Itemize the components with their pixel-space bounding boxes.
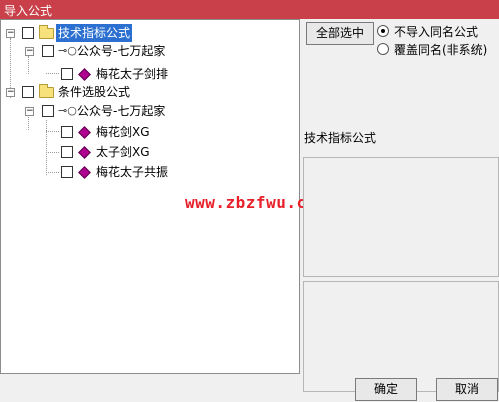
tree-node-stock-screening[interactable]: − 条件选股公式	[1, 83, 291, 101]
node-checkbox[interactable]	[42, 45, 54, 57]
tree-node-label[interactable]: 梅花太子剑排	[96, 65, 168, 83]
formula-params-panel[interactable]	[303, 281, 499, 392]
tree-node-formula[interactable]: 太子剑XG	[1, 143, 291, 161]
node-checkbox[interactable]	[22, 86, 34, 98]
collapse-icon[interactable]: −	[6, 88, 15, 97]
tree-node-label[interactable]: 梅花太子共振	[96, 163, 168, 181]
select-all-button[interactable]: 全部选中	[306, 22, 374, 45]
title-bar: 导入公式	[0, 0, 499, 19]
cancel-button[interactable]: 取消	[436, 378, 498, 401]
formula-section-title: 技术指标公式	[304, 131, 377, 145]
node-checkbox[interactable]	[61, 146, 73, 158]
collapse-icon[interactable]: −	[6, 29, 15, 38]
radio-overwrite[interactable]	[377, 43, 389, 55]
tree-node-label[interactable]: 公众号-七万起家	[77, 42, 165, 60]
tree-node-formula[interactable]: 梅花太子剑排	[1, 65, 291, 83]
radio-no-import[interactable]	[377, 25, 389, 37]
key-icon: ⊸○	[58, 104, 77, 117]
ok-button[interactable]: 确定	[355, 378, 417, 401]
radio-no-import-label[interactable]: 不导入同名公式	[394, 23, 478, 40]
formula-icon	[78, 126, 91, 139]
tree-node-formula[interactable]: 梅花太子共振	[1, 163, 291, 181]
node-checkbox[interactable]	[42, 105, 54, 117]
collapse-icon[interactable]: −	[25, 47, 34, 56]
tree-node-label[interactable]: 技术指标公式	[56, 24, 133, 42]
tree-node-label[interactable]: 公众号-七万起家	[77, 102, 165, 120]
node-checkbox[interactable]	[61, 68, 73, 80]
folder-icon	[39, 84, 54, 98]
window-title: 导入公式	[4, 4, 53, 18]
tree-node-author-group[interactable]: − ⊸○ 公众号-七万起家	[1, 102, 291, 120]
formula-icon	[78, 68, 91, 81]
formula-icon	[78, 166, 91, 179]
formula-icon	[78, 146, 91, 159]
tree-node-label[interactable]: 梅花剑XG	[96, 123, 150, 141]
collapse-icon[interactable]: −	[25, 107, 34, 116]
node-checkbox[interactable]	[61, 166, 73, 178]
node-checkbox[interactable]	[61, 126, 73, 138]
key-icon: ⊸○	[58, 44, 77, 57]
node-checkbox[interactable]	[22, 27, 34, 39]
folder-icon	[39, 25, 54, 39]
tree-node-formula[interactable]: 梅花剑XG	[1, 123, 291, 141]
formula-description-panel[interactable]	[303, 157, 499, 277]
tree-node-tech-indicators[interactable]: − 技术指标公式	[1, 24, 291, 42]
radio-overwrite-label[interactable]: 覆盖同名(非系统)	[394, 41, 487, 58]
tree-node-label[interactable]: 条件选股公式	[58, 83, 130, 101]
tree-node-author-group[interactable]: − ⊸○ 公众号-七万起家	[1, 42, 291, 60]
tree-node-label[interactable]: 太子剑XG	[96, 143, 150, 161]
